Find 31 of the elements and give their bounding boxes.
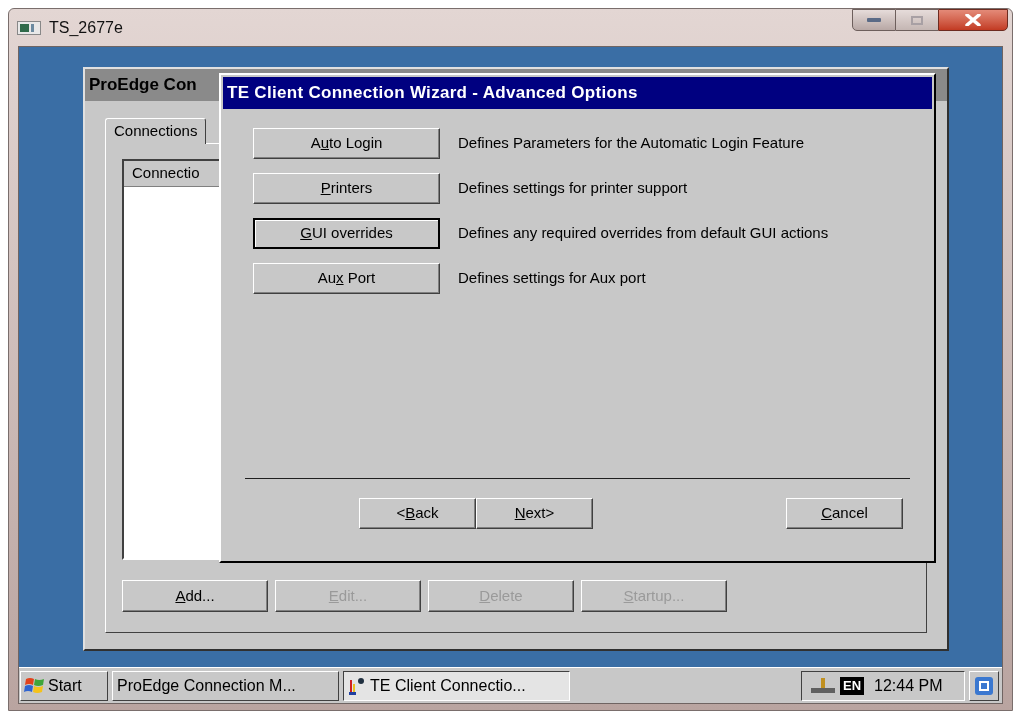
network-icon bbox=[810, 676, 836, 695]
option-button[interactable]: Auto Login bbox=[253, 128, 440, 159]
option-button[interactable]: Aux Port bbox=[253, 263, 440, 294]
taskbar-button[interactable]: TE Client Connectio... bbox=[343, 670, 570, 701]
option-description: Defines settings for printer support bbox=[458, 178, 688, 199]
option-description: Defines Parameters for the Automatic Login Feature bbox=[458, 133, 804, 154]
close-button[interactable] bbox=[938, 9, 1008, 31]
column-header: Connectio bbox=[132, 163, 200, 184]
option-description: Defines any required overrides from default GUI actions bbox=[458, 223, 829, 244]
connection-action-button[interactable]: Add... bbox=[122, 580, 268, 612]
maximize-button[interactable] bbox=[896, 9, 938, 31]
option-description: Defines settings for Aux port bbox=[458, 268, 646, 289]
taskbar-button[interactable]: ProEdge Connection M... bbox=[112, 670, 339, 701]
close-icon bbox=[965, 14, 981, 26]
option-button[interactable]: GUI overrides bbox=[253, 218, 440, 249]
cancel-button[interactable]: Cancel bbox=[786, 498, 903, 529]
desktop-button[interactable] bbox=[969, 670, 999, 701]
option-button[interactable]: Printers bbox=[253, 173, 440, 204]
start-button[interactable]: Start bbox=[20, 670, 108, 701]
windows-flag-icon bbox=[24, 675, 46, 696]
wizard-nav-button[interactable]: Next> bbox=[476, 498, 593, 529]
language-indicator[interactable]: EN bbox=[840, 676, 865, 695]
tab[interactable]: Connections bbox=[105, 118, 207, 144]
desktop-icon bbox=[974, 675, 994, 696]
window-title: TS_2677e bbox=[49, 17, 123, 38]
app-window-icon bbox=[17, 20, 41, 35]
wizard-nav-button[interactable]: <Back bbox=[359, 498, 476, 529]
clock: 12:44 PM bbox=[874, 675, 943, 696]
wizard-title: TE Client Connection Wizard - Advanced Options bbox=[227, 82, 638, 105]
proedge-window-title: ProEdge Con bbox=[89, 74, 197, 97]
minimize-button[interactable] bbox=[852, 9, 896, 31]
